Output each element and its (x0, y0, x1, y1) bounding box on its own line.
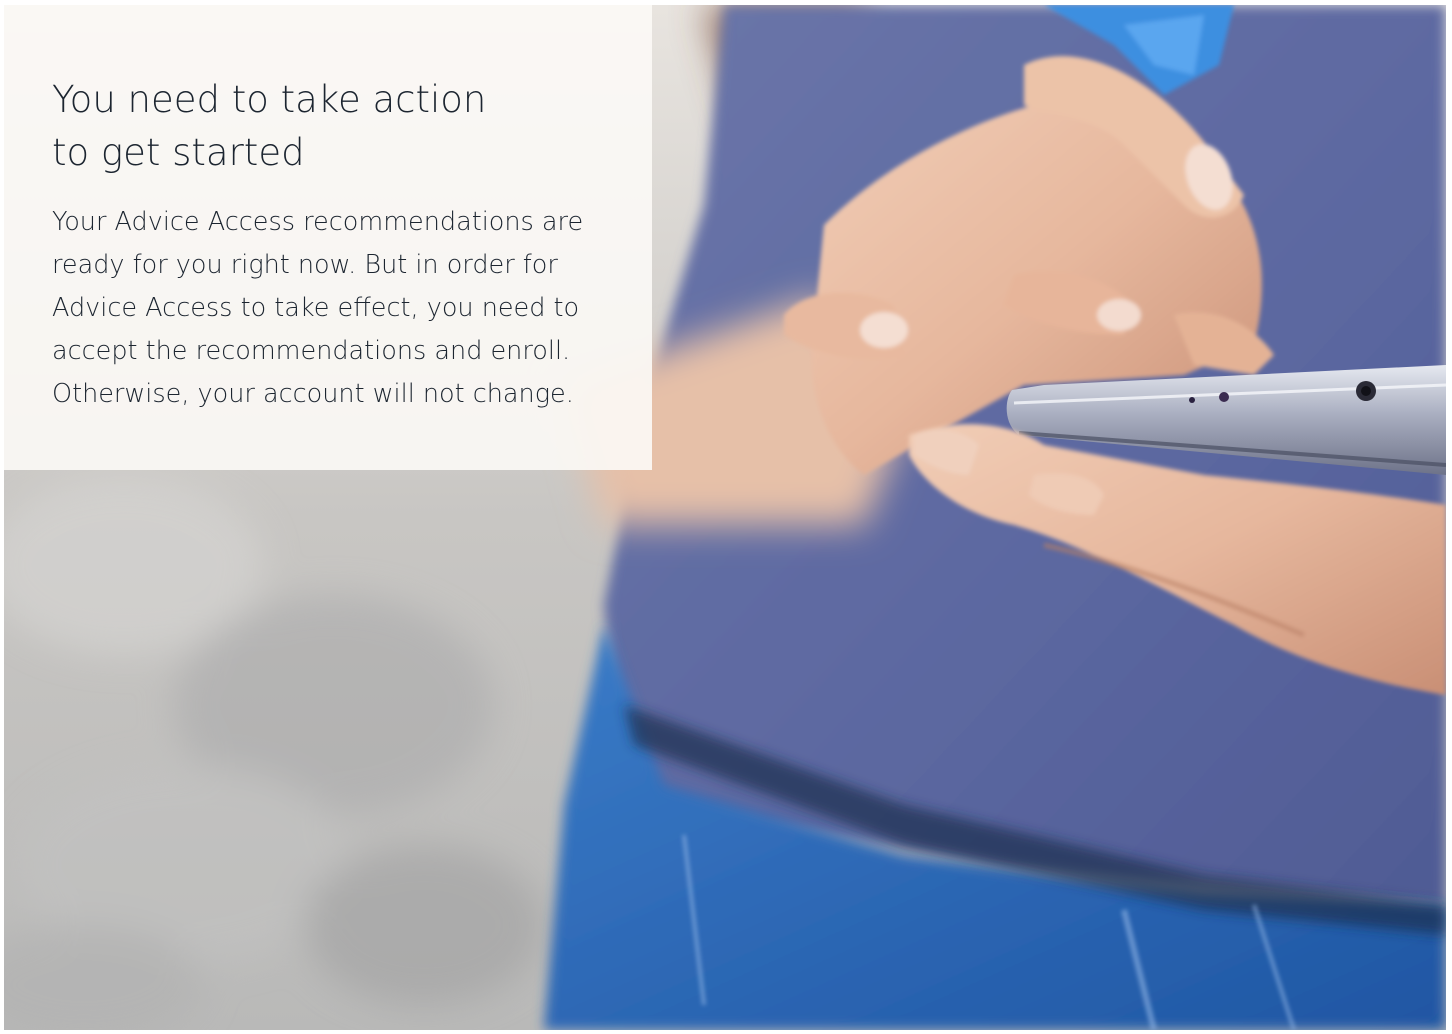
hero-banner: You need to take action to get started Y… (4, 5, 1446, 1030)
card-body-text: Your Advice Access recommendations are r… (52, 207, 584, 409)
card-headline: You need to take action to get started (52, 78, 487, 174)
info-card: You need to take action to get started Y… (4, 5, 652, 470)
